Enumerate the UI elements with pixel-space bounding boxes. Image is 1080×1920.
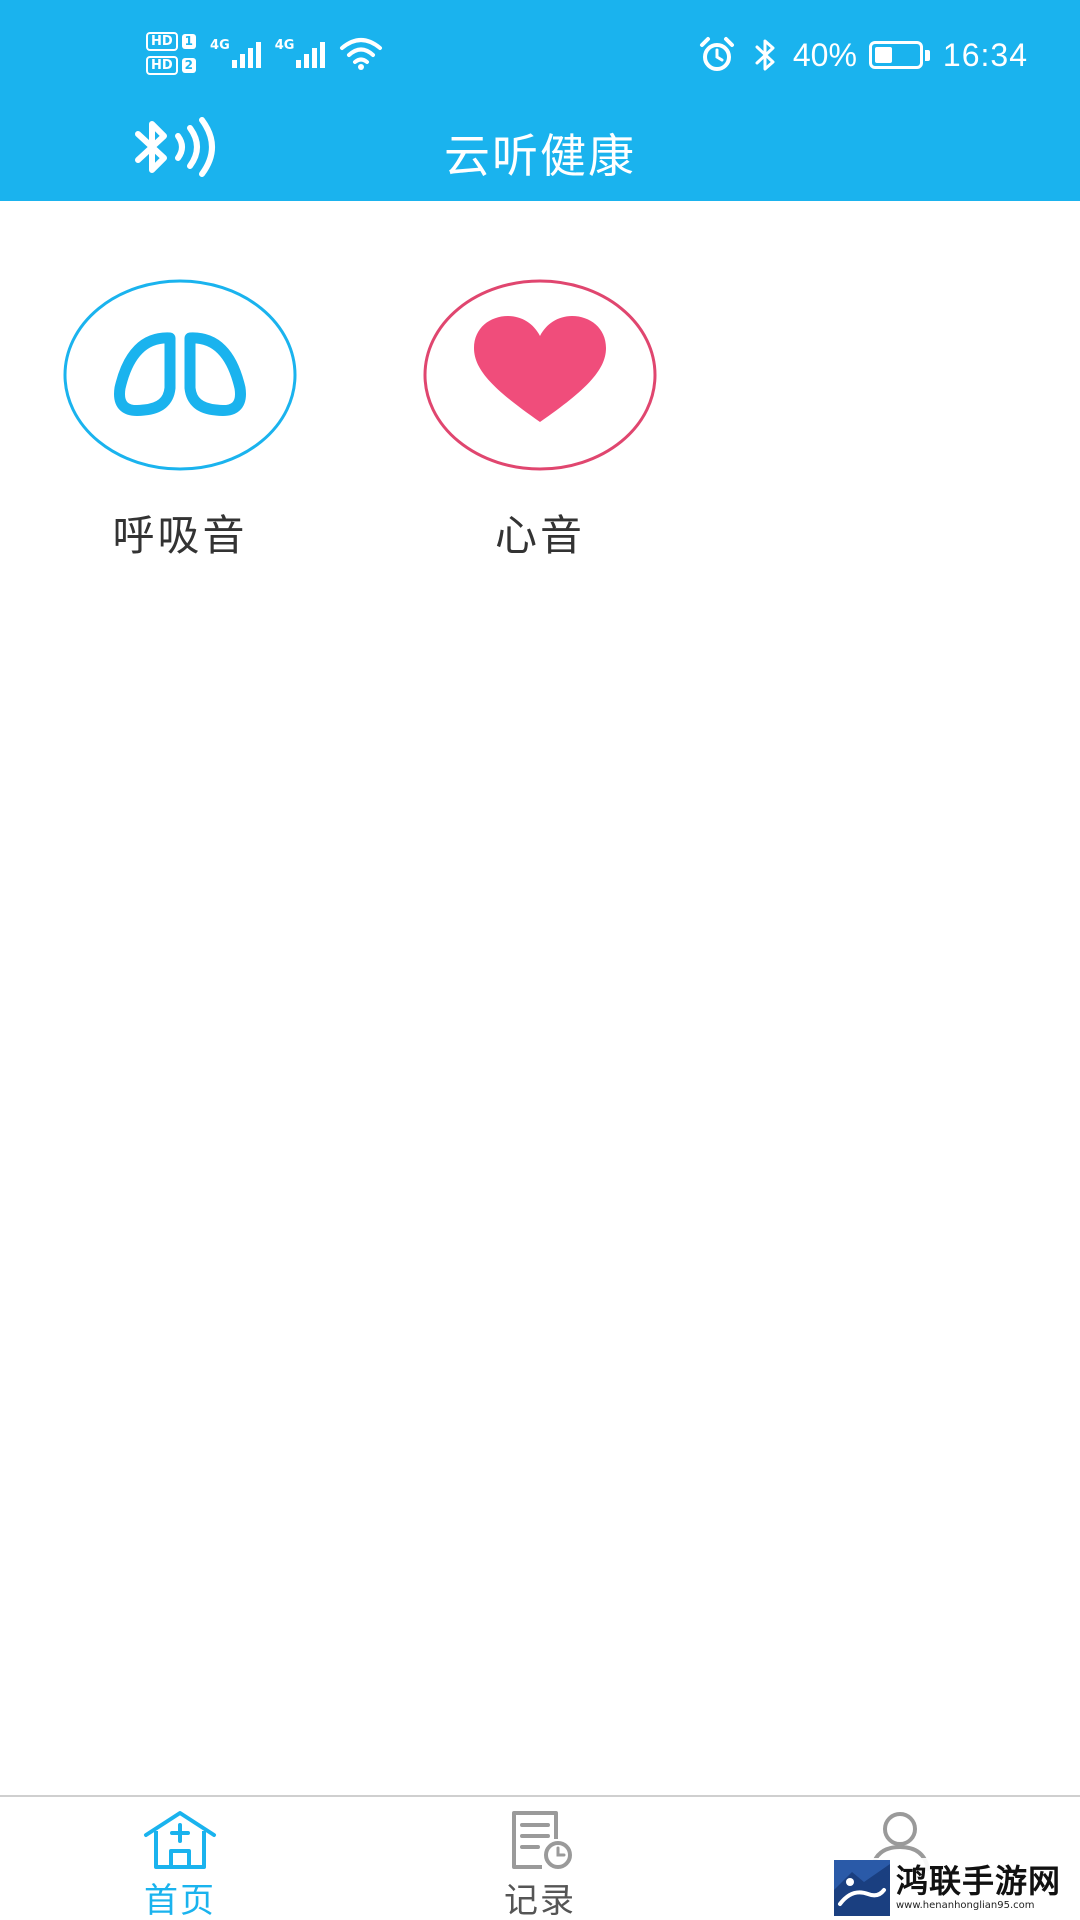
heart-icon <box>423 279 657 471</box>
watermark-url: www.henanhonglian95.com <box>896 1900 1035 1911</box>
nav-item-home[interactable]: 首页 <box>110 1809 250 1920</box>
network-type-label: 4G <box>274 38 295 53</box>
status-left: HD 1 HD 2 4G 4G <box>146 26 383 80</box>
nav-label-home: 首页 <box>144 1881 216 1920</box>
battery-icon <box>868 41 930 69</box>
sim-indicators: HD 1 HD 2 <box>146 31 197 75</box>
page-title: 云听健康 <box>444 129 636 183</box>
header: HD 1 HD 2 4G 4G 40% 16:34 云听健康 <box>0 0 1080 201</box>
nav-label-records: 记录 <box>504 1881 576 1920</box>
sim-slot-number: 2 <box>181 57 197 73</box>
status-right: 40% 16:34 <box>697 30 1028 80</box>
signal-icon <box>231 38 261 68</box>
watermark-name: 鸿联手游网 <box>896 1862 1062 1900</box>
network-type-label: 4G <box>210 38 230 53</box>
battery-percent: 40% <box>792 36 857 73</box>
alarm-icon <box>699 37 734 71</box>
hd-badge: HD <box>146 55 178 75</box>
heart-sound-card[interactable]: 心音 <box>422 278 658 563</box>
bluetooth-icon <box>755 39 775 71</box>
signal-icon <box>296 38 326 68</box>
watermark: 鸿联手游网 www.henanhonglian95.com <box>832 1858 1080 1920</box>
hd-badge: HD <box>146 31 178 51</box>
records-icon <box>512 1811 572 1869</box>
app-bar: 云听健康 <box>0 100 1080 201</box>
battery-fill <box>874 47 892 63</box>
app-screen: HD 1 HD 2 4G 4G 40% 16:34 云听健康 呼吸音 心音 首页… <box>0 0 1080 1920</box>
watermark-logo-icon <box>834 1860 890 1916</box>
wifi-icon <box>340 38 383 70</box>
lungs-icon <box>63 279 297 471</box>
nav-item-records[interactable]: 记录 <box>470 1809 610 1920</box>
heart-sound-label: 心音 <box>494 511 585 560</box>
signal-2: 4G <box>275 38 326 68</box>
status-bar: HD 1 HD 2 4G 4G 40% 16:34 <box>0 0 1080 100</box>
status-time: 16:34 <box>942 36 1028 73</box>
breath-sound-label: 呼吸音 <box>112 511 248 560</box>
signal-1: 4G <box>210 38 261 68</box>
breath-sound-card[interactable]: 呼吸音 <box>62 278 298 563</box>
sim-slot-number: 1 <box>181 33 197 49</box>
home-icon <box>144 1811 216 1869</box>
